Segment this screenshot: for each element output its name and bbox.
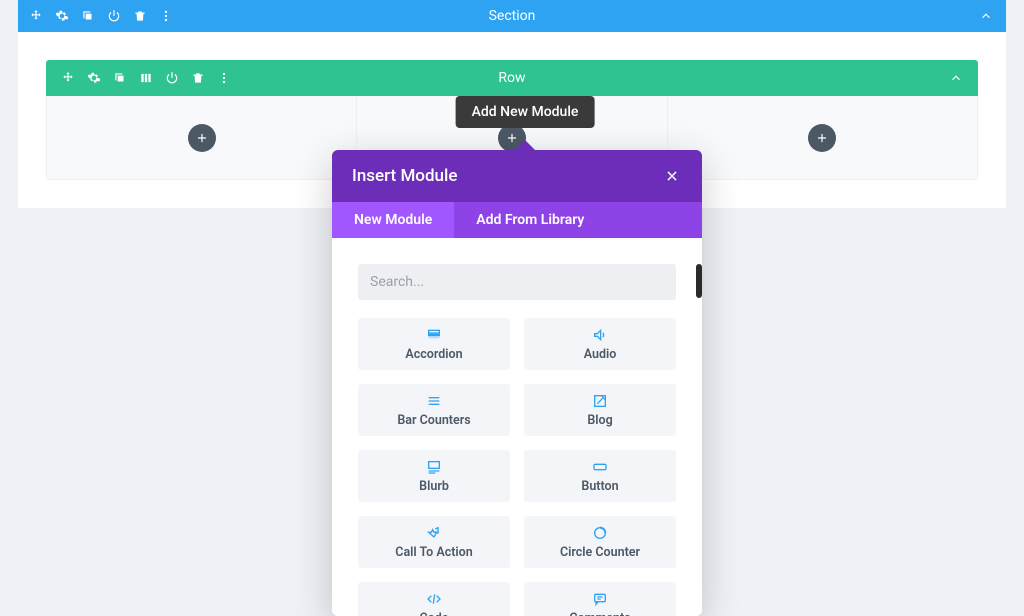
chevron-up-icon[interactable]	[948, 70, 964, 86]
cta-icon	[425, 524, 443, 542]
modal-title: Insert Module	[352, 166, 457, 186]
circle-icon	[591, 524, 609, 542]
column-3	[668, 96, 977, 179]
button-icon	[591, 458, 609, 476]
chevron-up-icon[interactable]	[978, 8, 994, 24]
module-cta[interactable]: Call To Action	[358, 516, 510, 568]
move-icon[interactable]	[60, 70, 76, 86]
column-1	[47, 96, 357, 179]
power-icon[interactable]	[106, 8, 122, 24]
more-icon[interactable]	[216, 70, 232, 86]
module-code[interactable]: Code	[358, 582, 510, 616]
gear-icon[interactable]	[54, 8, 70, 24]
modal-caret	[515, 140, 535, 150]
gear-icon[interactable]	[86, 70, 102, 86]
section-toolbar: Section	[18, 0, 1006, 32]
module-circle[interactable]: Circle Counter	[524, 516, 676, 568]
blurb-icon	[425, 458, 443, 476]
move-icon[interactable]	[28, 8, 44, 24]
power-icon[interactable]	[164, 70, 180, 86]
module-label: Blurb	[419, 479, 449, 494]
search-input[interactable]	[358, 264, 676, 300]
close-icon[interactable]	[662, 166, 682, 186]
module-label: Circle Counter	[560, 545, 640, 560]
module-comments[interactable]: Comments	[524, 582, 676, 616]
module-label: Bar Counters	[397, 413, 470, 428]
module-button[interactable]: Button	[524, 450, 676, 502]
trash-icon[interactable]	[190, 70, 206, 86]
tab-add-from-library[interactable]: Add From Library	[454, 202, 606, 238]
module-blurb[interactable]: Blurb	[358, 450, 510, 502]
modal-body: Accordion Audio Bar Counters Blog Blurb Butto…	[332, 238, 702, 616]
module-audio[interactable]: Audio	[524, 318, 676, 370]
duplicate-icon[interactable]	[112, 70, 128, 86]
comments-icon	[591, 590, 609, 608]
module-label: Audio	[584, 347, 617, 362]
accordion-icon	[425, 326, 443, 344]
columns-icon[interactable]	[138, 70, 154, 86]
duplicate-icon[interactable]	[80, 8, 96, 24]
add-module-tooltip: Add New Module	[456, 96, 595, 128]
add-module-button[interactable]	[808, 124, 836, 152]
module-grid: Accordion Audio Bar Counters Blog Blurb Butto…	[358, 318, 676, 616]
modal-header: Insert Module	[332, 150, 702, 202]
module-label: Accordion	[405, 347, 462, 362]
row-toolbar: Row	[46, 60, 978, 96]
module-blog[interactable]: Blog	[524, 384, 676, 436]
trash-icon[interactable]	[132, 8, 148, 24]
modal-tabs: New Module Add From Library	[332, 202, 702, 238]
add-module-button[interactable]	[188, 124, 216, 152]
module-accordion[interactable]: Accordion	[358, 318, 510, 370]
module-label: Code	[419, 611, 448, 616]
bars-icon	[425, 392, 443, 410]
more-icon[interactable]	[158, 8, 174, 24]
blog-icon	[591, 392, 609, 410]
scrollbar[interactable]	[696, 264, 702, 298]
tab-new-module[interactable]: New Module	[332, 202, 454, 238]
module-label: Blog	[587, 413, 612, 428]
module-label: Call To Action	[395, 545, 472, 560]
module-label: Button	[581, 479, 618, 494]
insert-module-modal: Insert Module New Module Add From Librar…	[332, 150, 702, 616]
module-bars[interactable]: Bar Counters	[358, 384, 510, 436]
code-icon	[425, 590, 443, 608]
module-label: Comments	[569, 611, 630, 616]
audio-icon	[591, 326, 609, 344]
